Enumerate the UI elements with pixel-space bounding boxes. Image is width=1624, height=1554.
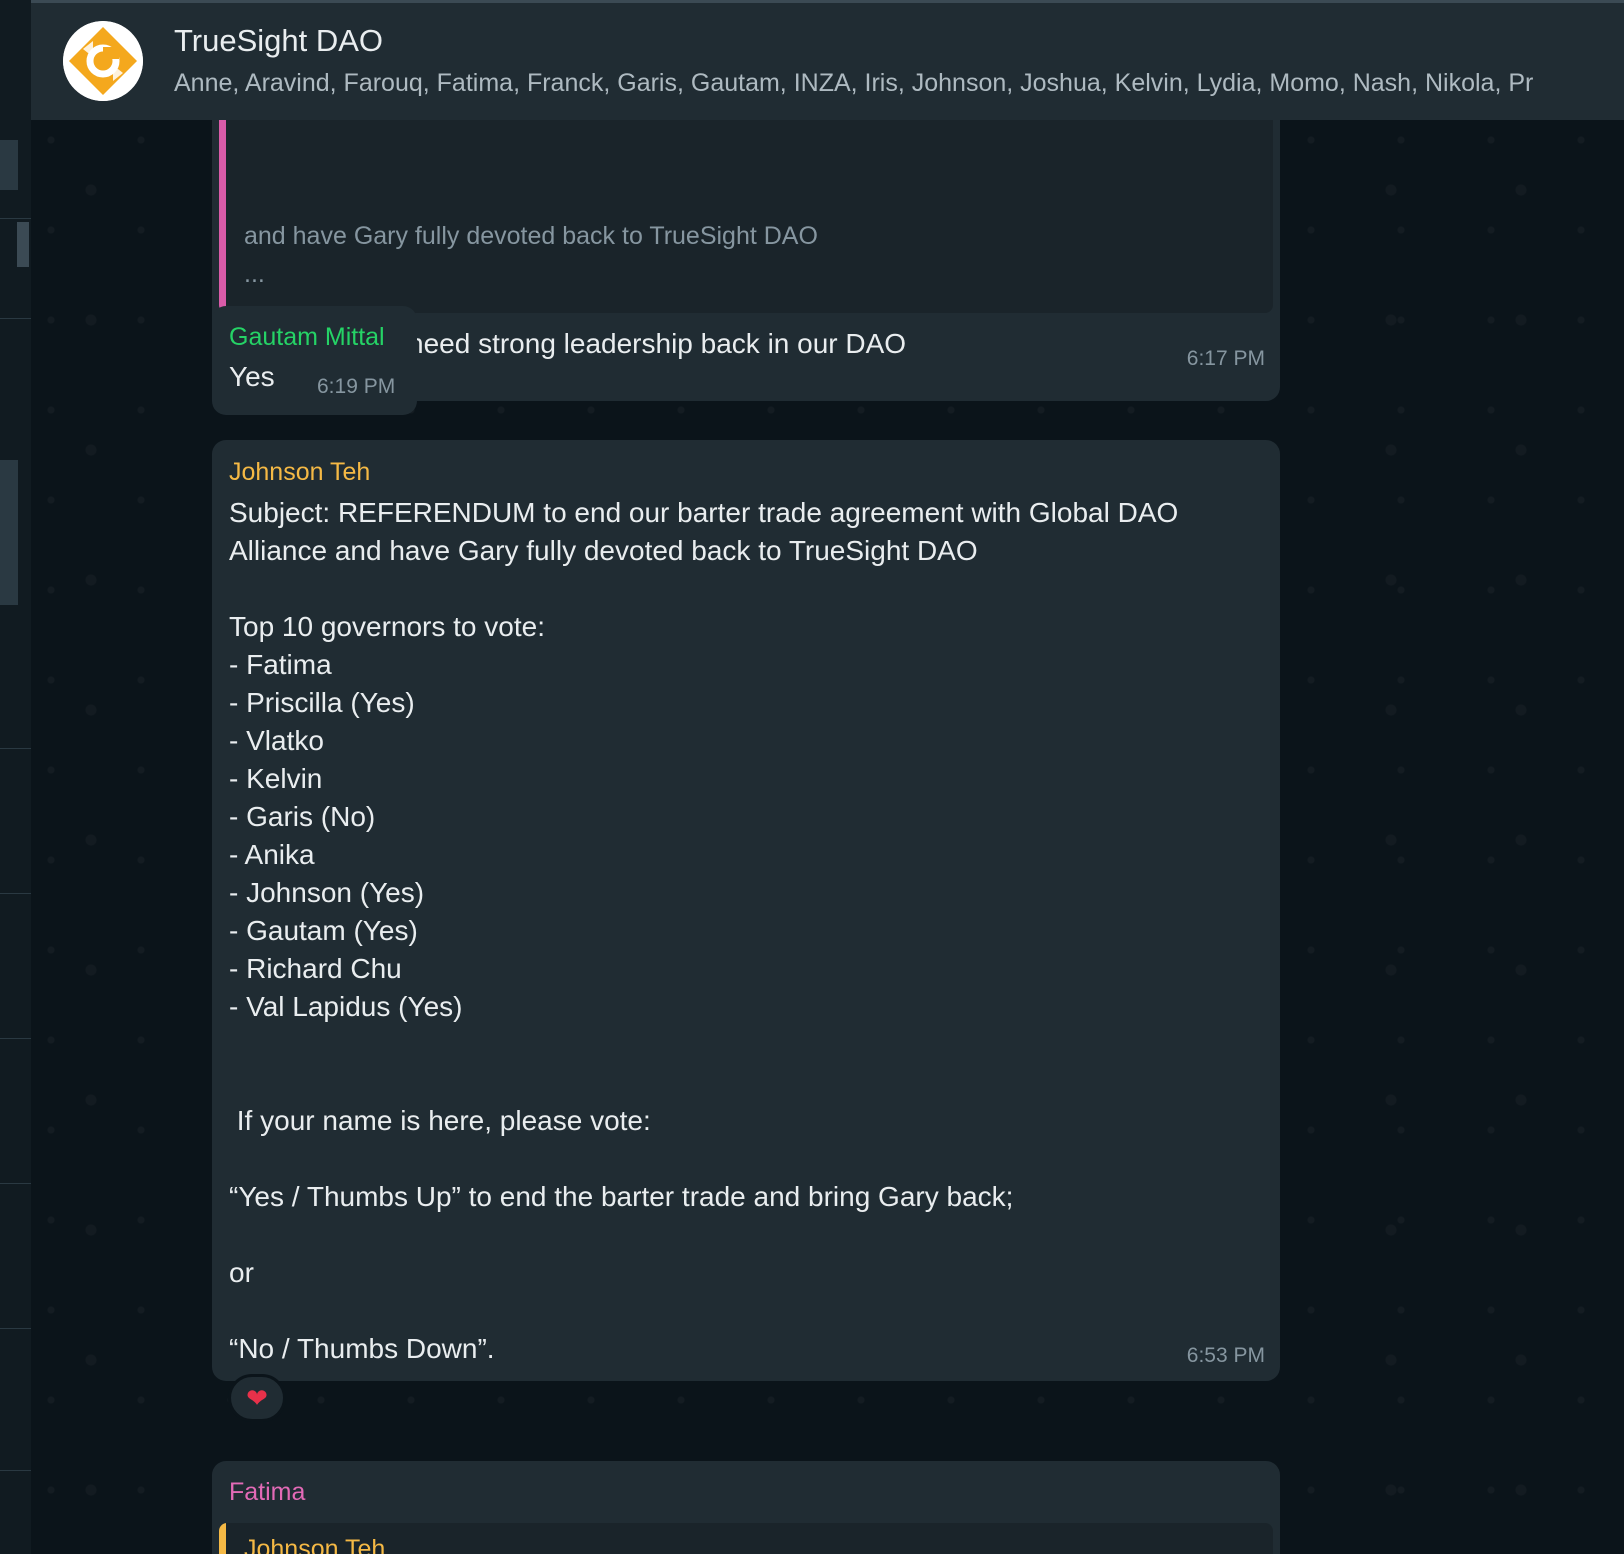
scrollbar-thumb[interactable]: [17, 222, 29, 267]
message-list[interactable]: and have Gary fully devoted back to True…: [31, 120, 1624, 1554]
group-avatar[interactable]: [63, 21, 143, 101]
message-bubble[interactable]: Johnson Teh Subject: REFERENDUM to end o…: [212, 440, 1280, 1381]
quote-accent-bar: [219, 1523, 226, 1554]
quoted-text: and have Gary fully devoted back to True…: [244, 222, 818, 250]
quoted-message[interactable]: and have Gary fully devoted back to True…: [219, 120, 1273, 313]
quoted-sender: Johnson Teh: [244, 1535, 386, 1554]
message-sender[interactable]: Fatima: [229, 1478, 305, 1507]
chat-list-divider: [0, 140, 18, 190]
message-text: Subject: REFERENDUM to end our barter tr…: [229, 497, 1179, 1364]
quote-accent-bar: [219, 120, 226, 313]
chat-list-divider: [0, 1038, 31, 1039]
message-bubble[interactable]: Fatima Johnson Teh: [212, 1461, 1280, 1554]
chat-list-divider: [0, 1183, 31, 1184]
message-time: 6:19 PM: [317, 375, 396, 398]
chat-list-item-selected[interactable]: [0, 460, 18, 605]
message-text: Yes: [229, 361, 275, 392]
quoted-message[interactable]: Johnson Teh: [219, 1523, 1273, 1554]
chat-list-divider: [0, 748, 31, 749]
chat-list-divider: [0, 218, 31, 219]
message-time: 6:17 PM: [1186, 347, 1265, 370]
message-sender[interactable]: Johnson Teh: [229, 458, 370, 487]
chat-members-list: Anne, Aravind, Farouq, Fatima, Franck, G…: [174, 69, 1534, 97]
heart-icon: ❤: [246, 1382, 268, 1413]
message-sender[interactable]: Gautam Mittal: [229, 323, 385, 352]
message-time: 6:53 PM: [1186, 1344, 1265, 1367]
quoted-text-ellipsis: ...: [244, 260, 265, 288]
chat-list-divider: [0, 1470, 31, 1471]
chat-list-divider: [0, 318, 31, 319]
chat-title: TrueSight DAO: [174, 23, 384, 58]
message-bubble[interactable]: Gautam Mittal Yes 6:19 PM: [212, 306, 417, 415]
chat-list-divider: [0, 893, 31, 894]
reaction-badge[interactable]: ❤: [228, 1374, 286, 1422]
chat-list-divider: [0, 1328, 31, 1329]
truesight-logo-icon: [63, 21, 143, 101]
chat-list-edge: [0, 0, 32, 1554]
chat-header[interactable]: TrueSight DAO Anne, Aravind, Farouq, Fat…: [31, 0, 1624, 120]
